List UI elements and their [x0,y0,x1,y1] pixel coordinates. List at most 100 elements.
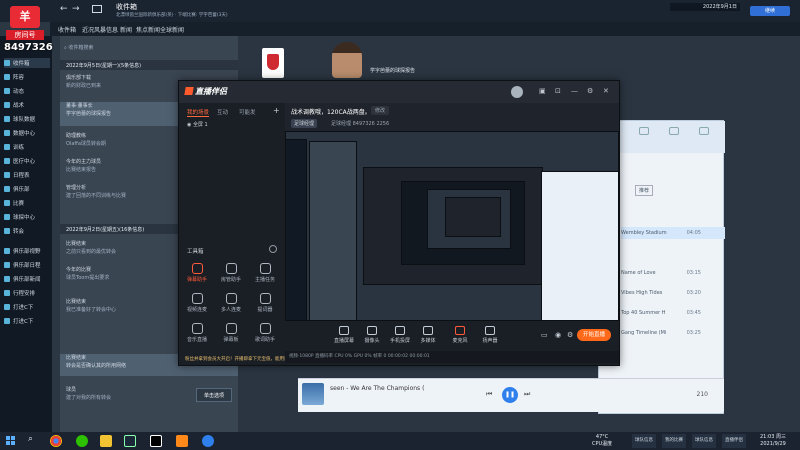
tool-admin[interactable]: 房管助手 [217,263,245,287]
minimize-icon[interactable]: — [571,87,578,95]
steam-icon[interactable] [124,435,136,447]
sidebar-item-team-data[interactable]: 球队数据 [4,114,50,124]
taskbar-task[interactable]: 直播伴侣 [722,434,746,448]
tab-inbox[interactable]: 收件箱 [58,25,76,34]
tab-news[interactable]: 新闻 [120,25,132,34]
close-icon[interactable]: ✕ [603,87,609,95]
taskbar-task[interactable]: 球队信息 [692,434,716,448]
speaker-button[interactable]: 扬声器 [477,326,503,344]
tab-headlines[interactable]: 焦点新闻 [136,25,160,34]
windows-start-icon[interactable] [6,436,16,446]
settings-icon[interactable]: ⚙ [587,87,593,95]
media-button[interactable]: 多媒体 [415,326,441,344]
taskbar-task[interactable]: 我的比赛 [662,434,686,448]
fm21-icon[interactable] [150,435,162,447]
sidebar-item-squad[interactable]: 阵容 [4,72,50,82]
tactics-icon [4,102,10,108]
previous-track-icon[interactable]: ⏮ [486,390,492,399]
itinerary-icon [4,290,10,296]
sidebar-item-schedule[interactable]: 日程表 [4,170,50,180]
stream-preview[interactable] [285,131,619,321]
list-icon[interactable] [669,127,679,135]
sort-button[interactable]: 推荐 [635,185,654,196]
sidebar-item-extra-2[interactable]: 打进C下 [4,316,50,326]
camera-button[interactable]: 摄像头 [359,326,385,344]
user-avatar[interactable] [511,86,523,98]
tool-music[interactable]: 音乐直播 [183,323,211,347]
tool-danmaku[interactable]: 弹幕助手 [183,263,211,287]
streamer-logo: 羊 [10,6,40,28]
file-explorer-icon[interactable] [100,435,112,447]
scene-item[interactable]: ◉ 全屏 1 [187,121,208,128]
screen-capture-button[interactable]: 直播屏幕 [331,326,357,344]
continue-button[interactable]: 继续 [750,6,790,16]
tab-more[interactable]: 可能发 [239,108,256,116]
music-app-icon[interactable] [202,435,214,447]
phone-cast-button[interactable]: 手机投屏 [387,326,413,344]
tab-interact[interactable]: 互动 [217,108,228,116]
forward-arrow-icon[interactable]: → [72,4,80,14]
track-row[interactable]: Top 40 Summer H 03:45 [621,307,725,319]
sidebar-item-transfers[interactable]: 转会 [4,226,50,236]
sidebar-item-club-news[interactable]: 俱乐部新闻 [4,274,50,284]
sidebar-item-tactics[interactable]: 战术 [4,100,50,110]
gift-icon[interactable]: ▣ [539,87,546,95]
streaming-app-icon[interactable] [176,435,188,447]
record-icon[interactable]: ▭ [541,331,548,339]
game-sidebar: 收件箱 阵容 动态 战术 球队数据 数据中心 训练 医疗中心 日程表 俱乐部 比… [0,36,52,432]
track-row[interactable]: Name of Love 03:15 [621,267,725,279]
tab-world-news[interactable]: 全球新闻 [160,25,184,34]
sidebar-item-club-schedule[interactable]: 俱乐部日程 [4,260,50,270]
danmaku-board-icon [225,323,237,334]
tool-multi-link[interactable]: 多人连麦 [217,293,245,317]
sidebar-item-inbox[interactable]: 收件箱 [4,58,50,68]
settings-icon[interactable]: ⚙ [567,331,573,339]
go-live-button[interactable]: 开始直播 [577,329,611,341]
microphone-button[interactable]: 麦克风 [447,326,473,344]
chrome-icon[interactable] [50,435,62,447]
sidebar-item-scouting[interactable]: 球探中心 [4,212,50,222]
wechat-icon[interactable] [76,435,88,447]
add-scene-icon[interactable]: + [273,106,280,115]
tool-danmaku-board[interactable]: 弹幕板 [217,323,245,347]
tool-lyrics[interactable]: 歌词助手 [251,323,279,347]
sidebar-item-club-vision[interactable]: 俱乐部视野 [4,246,50,256]
promo-notice[interactable]: 粉丝并拿到会员大开启！开播即拿下元宝值，能用还有大额奖 [181,355,285,365]
system-clock[interactable]: 21:03 周三 2021/9/29 [760,434,786,448]
inbox-search[interactable]: ⌕ 收件箱搜索 [64,44,234,54]
pause-button[interactable]: ❚❚ [502,387,518,403]
sidebar-item-match[interactable]: 比赛 [4,198,50,208]
lock-icon[interactable]: ⊡ [555,87,561,95]
tab-my-scenes[interactable]: 我的场景 [187,108,210,117]
eye-icon[interactable]: ◉ [555,331,561,339]
tab-recent[interactable]: 近况风暴信息 [82,25,118,34]
sidebar-item-extra-1[interactable]: 打进C下 [4,302,50,312]
window-icon[interactable] [639,127,649,135]
sidebar-item-dynamics[interactable]: 动态 [4,86,50,96]
sidebar-item-itinerary[interactable]: 行程安排 [4,288,50,298]
toolbox-more-icon[interactable] [269,245,277,253]
edit-title-button[interactable]: 修改 [371,106,390,115]
back-arrow-icon[interactable]: ← [60,4,68,14]
sidebar-item-training[interactable]: 训练 [4,142,50,152]
tool-video-link[interactable]: 视频连麦 [183,293,211,317]
options-button[interactable]: 单击选项 [196,388,232,402]
search-icon[interactable]: ⌕ [28,434,33,444]
next-track-icon[interactable]: ⏭ [524,390,530,399]
category-tag[interactable]: 足球经理 [291,119,318,128]
track-row[interactable]: Vibes High Tides 03:20 [621,287,725,299]
track-row[interactable]: Wembley Stadium 04:05 [621,227,725,239]
tool-tasks[interactable]: 主播任务 [251,263,279,287]
preview-music-window [541,171,619,321]
mini-icon[interactable] [699,127,709,135]
sidebar-item-club[interactable]: 俱乐部 [4,184,50,194]
match-icon [4,200,10,206]
tool-teleprompter[interactable]: 提词器 [251,293,279,317]
taskbar-task[interactable]: 球队信息 [632,434,656,448]
track-row[interactable]: Gang Timeline (Mi 03:25 [621,327,725,339]
sidebar-item-medical[interactable]: 医疗中心 [4,156,50,166]
data-icon [4,116,10,122]
dynamics-icon [4,88,10,94]
screen-title: 收件箱 [116,3,137,11]
sidebar-item-data-hub[interactable]: 数据中心 [4,128,50,138]
